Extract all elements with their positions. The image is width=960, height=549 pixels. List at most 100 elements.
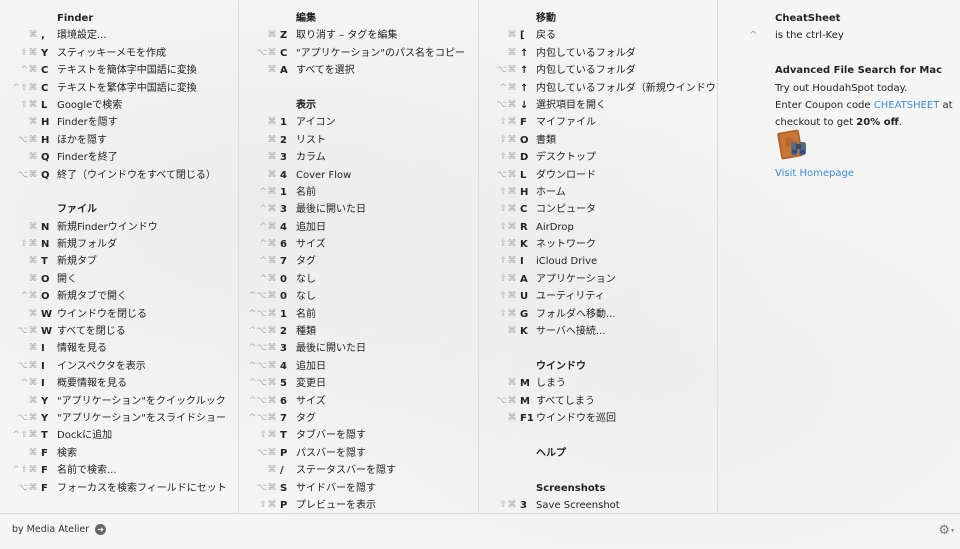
shortcut-row: ^⌘ C テキストを簡体字中国語に変換 (0, 62, 238, 79)
shortcut-key: 4 (280, 169, 287, 181)
shortcut-key: 3 (280, 204, 287, 216)
shortcut-row: ⇧⌘ K ネットワーク (479, 236, 717, 253)
shortcut-label: iCloud Drive (536, 256, 598, 268)
shortcut-label: アイコン (296, 117, 336, 129)
shortcut-key: ↑ (520, 65, 529, 77)
shortcut-row: ⌥⌘ L ダウンロード (479, 167, 717, 184)
shortcut-key: ↓ (520, 99, 529, 111)
ad-line-3: checkout to get 20% off. (718, 114, 960, 131)
section-title: ファイル (57, 204, 97, 216)
shortcut-label: 変更日 (296, 378, 326, 390)
shortcut-list: 移動 ⌘[戻る ⌘ ↑ 内包しているフォルダ ⌥⌘ ↑ 内包しているフォルダ ^⌘ ↑ 内包している… (479, 10, 717, 513)
shortcut-key: L (520, 169, 527, 181)
houdahspot-app-icon[interactable] (776, 128, 810, 162)
shortcut-row: ⌘ T 新規タブ (0, 253, 238, 270)
shortcut-label: Dockに追加 (57, 430, 113, 442)
shortcut-key: O (520, 134, 529, 146)
modifier-keys: ^⌥⌘ (248, 378, 277, 389)
shortcut-label: "アプリケーション"をクイックルック (57, 395, 226, 407)
coupon-suffix: at (939, 99, 953, 111)
shortcut-label: 最後に開いた日 (296, 343, 366, 355)
shortcut-label: 最後に開いた日 (296, 204, 366, 216)
shortcut-label: 終了（ウインドウをすべて閉じる） (57, 169, 216, 181)
modifier-keys: ⌘ (28, 117, 38, 128)
modifier-keys: ⇧⌘ (499, 221, 517, 232)
shortcut-key: C (41, 82, 49, 94)
shortcut-key: C (41, 65, 49, 77)
shortcut-key: F (41, 482, 48, 494)
shortcut-key: I (520, 256, 524, 268)
shortcut-label: しまう (536, 378, 566, 390)
shortcut-label: 開く (57, 273, 77, 285)
modifier-keys: ⌘ (507, 326, 517, 337)
shortcut-label: パスバーを隠す (296, 447, 366, 459)
settings-button[interactable]: ⚙ ▾ (938, 523, 954, 538)
shortcut-row: ^⌘ 4 追加日 (239, 219, 478, 236)
section-header: ファイル (0, 201, 238, 218)
shortcut-label: 取り消す – タグを編集 (296, 30, 398, 42)
modifier-keys: ⇧⌘ (259, 499, 277, 510)
shortcut-row: ⇧⌘ F マイファイル (479, 114, 717, 131)
modifier-keys: ⇧⌘ (499, 152, 517, 163)
shortcut-label: テキストを繁体字中国語に変換 (57, 82, 197, 94)
shortcut-row: ^⌥⌘ 1 名前 (239, 306, 478, 323)
modifier-keys: ⌘ (28, 447, 38, 458)
shortcut-key: I (41, 378, 45, 390)
shortcut-row: ⌥⌘ P パスバーを隠す (239, 445, 478, 462)
shortcut-row: ⌥⌘ S サイドバーを隠す (239, 480, 478, 497)
shortcut-label: テキストを簡体字中国語に変換 (57, 65, 197, 77)
coupon-code-link[interactable]: CHEATSHEET (874, 100, 940, 111)
shortcut-row: ⌘ N 新規Finderウインドウ (0, 219, 238, 236)
shortcut-key: C (280, 47, 288, 59)
modifier-keys: ⌥⌘ (496, 395, 517, 406)
modifier-keys: ^⌘ (259, 186, 277, 197)
modifier-keys: ^⌥⌘ (248, 343, 277, 354)
shortcut-key: 0 (280, 273, 287, 285)
ctrl-symbol: ^ (749, 30, 758, 42)
promo-header-row: CheatSheet (718, 10, 960, 27)
shortcut-key: Y (41, 412, 49, 424)
shortcut-label: すべてを閉じる (57, 326, 126, 338)
shortcut-label: 概要情報を見る (57, 378, 127, 390)
shortcut-key: ↑ (520, 47, 529, 59)
shortcut-key: 3 (520, 499, 527, 511)
shortcut-key: 6 (280, 395, 287, 407)
shortcut-row: ⌘ M しまう (479, 375, 717, 392)
shortcut-label: 環境設定... (57, 30, 107, 42)
shortcut-row: ^⌥⌘ 5 変更日 (239, 375, 478, 392)
shortcut-key: ↑ (520, 82, 529, 94)
shortcut-key: D (520, 152, 529, 164)
modifier-keys: ⌘ (267, 30, 277, 41)
discount-prefix: checkout to get (775, 117, 857, 129)
arrow-right-circle-icon[interactable]: ➜ (95, 524, 107, 535)
modifier-keys: ⌘ (28, 30, 38, 41)
visit-homepage-link[interactable]: Visit Homepage (775, 165, 854, 182)
section-title: Screenshots (536, 482, 606, 494)
shortcut-key: U (520, 291, 529, 303)
modifier-keys: ⌘ (507, 30, 517, 41)
shortcut-label: 名前 (296, 308, 316, 320)
by-text: by Media Atelier (12, 524, 90, 535)
modifier-keys: ⌘ (28, 395, 38, 406)
ad-line-2: Enter Coupon code CHEATSHEET at (718, 97, 960, 114)
modifier-keys: ⌘ (267, 134, 277, 145)
shortcut-key: G (520, 308, 529, 320)
shortcut-key: Q (41, 169, 50, 181)
shortcut-key: O (41, 273, 50, 285)
shortcut-row: ^⇧⌘ C テキストを繁体字中国語に変換 (0, 80, 238, 97)
by-media-atelier[interactable]: by Media Atelier ➜ (12, 524, 107, 535)
shortcut-key: 3 (280, 152, 287, 164)
shortcut-label: 名前 (296, 186, 316, 198)
modifier-keys: ⇧⌘ (499, 499, 517, 510)
footer-bar: by Media Atelier ➜ ⚙ ▾ (0, 513, 960, 549)
shortcut-column-2: 編集 ⌘ Z 取り消す – タグを編集 ⌥⌘ C "アプリケーション"のパス名をコピー ⌘ A す… (239, 0, 479, 513)
shortcut-row: ⌘ I 情報を見る (0, 340, 238, 357)
shortcut-row: ⌥⌘ F フォーカスを検索フィールドにセット (0, 480, 238, 497)
shortcut-label: ネットワーク (536, 239, 596, 251)
shortcut-key: 3 (280, 343, 287, 355)
modifier-keys: ⌘ (28, 256, 38, 267)
shortcut-key: I (41, 360, 45, 372)
shortcut-row: ^⌥⌘ 0 なし (239, 288, 478, 305)
